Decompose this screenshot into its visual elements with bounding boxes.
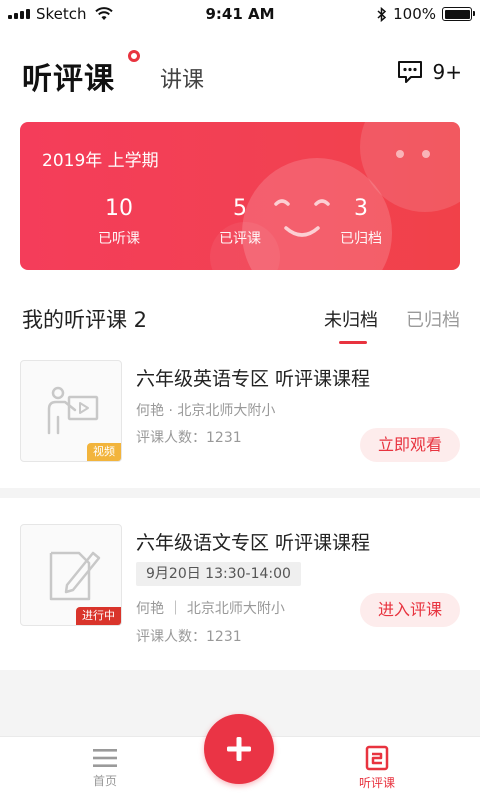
battery-percent: 100%	[393, 5, 436, 23]
message-count: 9+	[432, 60, 462, 84]
stat-archived[interactable]: 3 已归档	[316, 196, 406, 248]
course-reviewer-count: 评课人数：1231	[136, 629, 242, 645]
stat-value: 3	[354, 196, 368, 221]
filter-unarchived[interactable]: 未归档	[324, 306, 378, 344]
semester-label: 2019年 上学期	[42, 151, 159, 171]
add-button[interactable]	[204, 714, 274, 784]
course-card[interactable]: 视频 六年级英语专区 听评课课程 何艳 · 北京北师大附小 评课人数：1231 …	[0, 350, 480, 488]
list-title: 我的听评课 2	[22, 308, 148, 332]
stat-value: 5	[233, 196, 247, 221]
course-title[interactable]: 六年级英语专区 听评课课程	[136, 364, 370, 391]
status-right: 100%	[377, 5, 475, 23]
semester-banner: 2019年 上学期 10 已听课 5 已评课 3 已归档	[20, 122, 460, 270]
course-thumbnail: 视频	[20, 360, 122, 462]
stat-value: 10	[105, 196, 133, 221]
filter-tabs: 未归档 已归档	[324, 306, 460, 344]
enter-review-button[interactable]: 进入评课	[359, 593, 460, 627]
stat-listened[interactable]: 10 已听课	[74, 196, 164, 248]
tab-home-label: 首页	[92, 774, 117, 788]
notification-dot-icon	[128, 50, 140, 62]
badge-video: 视频	[87, 443, 121, 461]
message-icon	[397, 61, 422, 83]
watch-now-button[interactable]: 立即观看	[359, 428, 460, 462]
tab-listen-review-bottom[interactable]: 听评课	[348, 745, 406, 791]
tab-review-label: 听评课	[358, 776, 395, 790]
course-teacher-school: 何艳 ｜ 北京北师大附小	[136, 601, 285, 617]
stat-reviewed[interactable]: 5 已评课	[195, 196, 285, 248]
stat-label: 已归档	[340, 231, 382, 247]
course-card[interactable]: 进行中 六年级语文专区 听评课课程 9月20日 13:30-14:00 何艳 ｜…	[0, 498, 480, 670]
tab-home[interactable]: 首页	[78, 747, 132, 789]
tab-listen-review[interactable]: 听评课	[22, 54, 115, 98]
status-bar: Sketch 9:41 AM 100%	[0, 0, 480, 28]
badge-in-progress: 进行中	[76, 607, 121, 625]
bluetooth-icon	[377, 6, 387, 22]
tab-lecture[interactable]: 讲课	[160, 62, 204, 94]
battery-icon	[442, 7, 475, 21]
stat-label: 已听课	[98, 231, 140, 247]
stat-label: 已评课	[219, 231, 261, 247]
header: 听评课 讲课 9+	[22, 50, 462, 100]
section-divider	[0, 488, 480, 498]
course-reviewer-count: 评课人数：1231	[136, 430, 242, 446]
filter-archived[interactable]: 已归档	[406, 306, 460, 332]
plus-icon	[227, 737, 251, 761]
review-tab-icon	[365, 745, 389, 771]
course-time: 9月20日 13:30-14:00	[136, 562, 301, 586]
course-thumbnail: 进行中	[20, 524, 122, 626]
course-teacher-school: 何艳 · 北京北师大附小	[136, 403, 276, 419]
menu-icon	[93, 749, 117, 767]
course-title[interactable]: 六年级语文专区 听评课课程	[136, 528, 370, 555]
message-button[interactable]: 9+	[397, 60, 462, 84]
